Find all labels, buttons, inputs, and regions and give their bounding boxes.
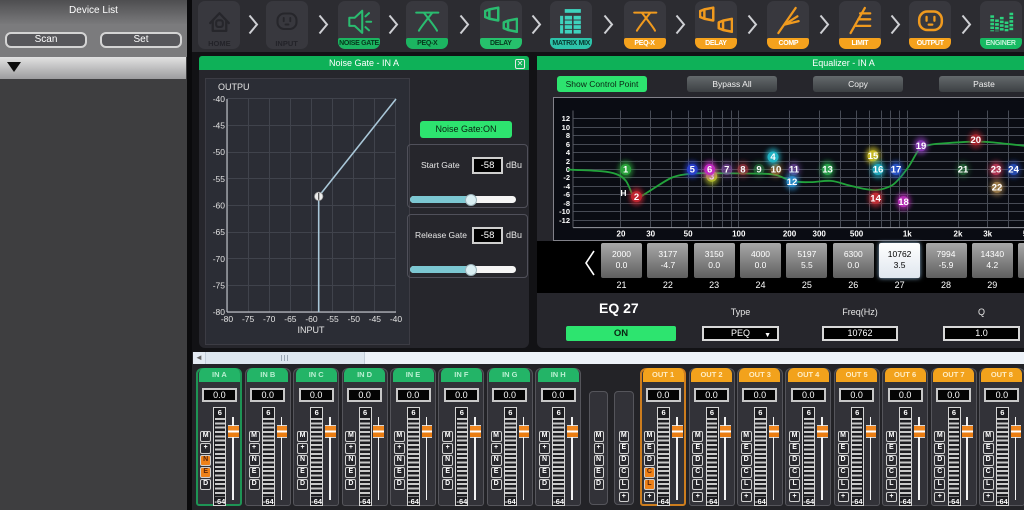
svg-text:8: 8 xyxy=(740,165,745,176)
svg-text:19: 19 xyxy=(915,141,926,152)
svg-text:20: 20 xyxy=(970,135,981,146)
svg-text:200: 200 xyxy=(782,230,796,239)
svg-text:17: 17 xyxy=(890,165,901,176)
svg-text:-55: -55 xyxy=(213,174,226,184)
svg-text:-55: -55 xyxy=(326,314,339,324)
svg-text:-6: -6 xyxy=(563,190,570,199)
svg-text:21: 21 xyxy=(957,165,968,176)
svg-text:-4: -4 xyxy=(563,182,570,191)
svg-text:-70: -70 xyxy=(213,254,226,264)
svg-text:-65: -65 xyxy=(213,227,226,237)
svg-text:23: 23 xyxy=(990,165,1001,176)
svg-text:H: H xyxy=(620,188,626,198)
svg-text:INPUT: INPUT xyxy=(298,325,326,335)
svg-text:24: 24 xyxy=(1008,165,1019,176)
svg-text:7: 7 xyxy=(724,165,729,176)
svg-text:-50: -50 xyxy=(348,314,361,324)
svg-text:-70: -70 xyxy=(263,314,276,324)
svg-text:-2: -2 xyxy=(563,173,570,182)
svg-text:6: 6 xyxy=(565,140,569,149)
svg-text:4: 4 xyxy=(770,152,776,163)
svg-text:-12: -12 xyxy=(559,216,570,225)
svg-text:-10: -10 xyxy=(559,207,570,216)
svg-text:13: 13 xyxy=(822,165,833,176)
svg-text:20: 20 xyxy=(616,230,625,239)
svg-text:50: 50 xyxy=(683,230,692,239)
svg-text:30: 30 xyxy=(646,230,655,239)
svg-text:18: 18 xyxy=(898,197,909,208)
svg-text:1k: 1k xyxy=(902,230,911,239)
svg-text:22: 22 xyxy=(991,183,1002,194)
svg-text:3k: 3k xyxy=(983,230,992,239)
svg-text:-60: -60 xyxy=(305,314,318,324)
svg-text:-40: -40 xyxy=(390,314,403,324)
svg-text:10: 10 xyxy=(561,123,569,132)
svg-text:6: 6 xyxy=(707,165,712,176)
svg-text:5: 5 xyxy=(689,165,695,176)
svg-text:4: 4 xyxy=(565,148,570,157)
svg-text:1: 1 xyxy=(623,165,629,176)
svg-text:500: 500 xyxy=(849,230,863,239)
svg-text:OUTPU: OUTPU xyxy=(218,82,250,92)
svg-text:-45: -45 xyxy=(213,121,226,131)
svg-text:-75: -75 xyxy=(213,280,226,290)
svg-text:-80: -80 xyxy=(221,314,234,324)
svg-text:-40: -40 xyxy=(213,94,226,104)
svg-text:2k: 2k xyxy=(953,230,962,239)
svg-text:300: 300 xyxy=(812,230,826,239)
svg-text:15: 15 xyxy=(867,151,878,162)
svg-text:-45: -45 xyxy=(369,314,382,324)
svg-text:8: 8 xyxy=(565,131,569,140)
svg-text:12: 12 xyxy=(561,114,569,123)
svg-text:-75: -75 xyxy=(242,314,255,324)
svg-text:-65: -65 xyxy=(284,314,297,324)
svg-text:16: 16 xyxy=(872,165,883,176)
svg-text:2: 2 xyxy=(565,157,569,166)
svg-text:-60: -60 xyxy=(213,201,226,211)
svg-text:-50: -50 xyxy=(213,147,226,157)
svg-text:9: 9 xyxy=(756,165,761,176)
svg-text:100: 100 xyxy=(732,230,746,239)
svg-text:12: 12 xyxy=(786,177,797,188)
svg-text:-8: -8 xyxy=(563,199,570,208)
svg-text:14: 14 xyxy=(870,194,881,205)
svg-text:10: 10 xyxy=(770,165,781,176)
svg-text:2: 2 xyxy=(633,192,638,203)
